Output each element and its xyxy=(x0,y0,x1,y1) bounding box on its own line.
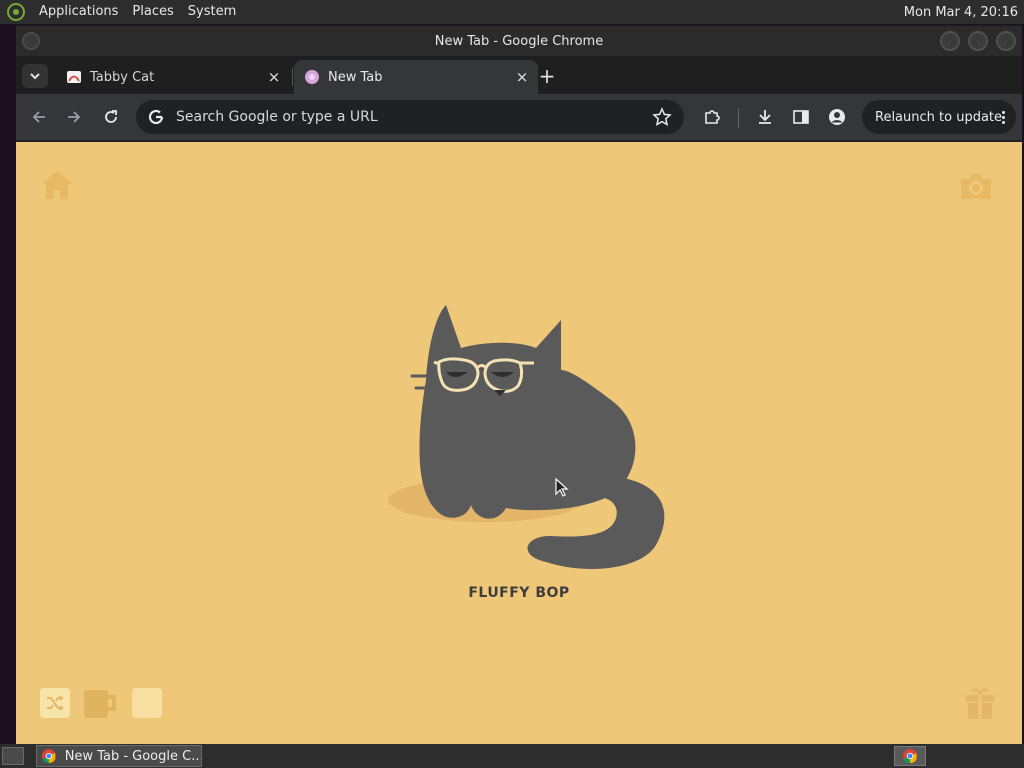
desktop-background xyxy=(0,24,16,744)
tab-title: Tabby Cat xyxy=(90,69,155,85)
new-tab-favicon-icon xyxy=(305,70,319,84)
omnibox-placeholder: Search Google or type a URL xyxy=(176,109,378,125)
extensions-button[interactable] xyxy=(701,106,723,128)
downloads-icon xyxy=(759,110,771,124)
omnibox[interactable]: Search Google or type a URL xyxy=(136,100,684,134)
shuffle-icon xyxy=(47,695,64,711)
tabby-cat-favicon-icon xyxy=(67,71,81,83)
window-menu-button[interactable] xyxy=(22,32,40,50)
chrome-icon xyxy=(41,749,56,763)
maximize-button[interactable] xyxy=(968,31,988,51)
close-window-button[interactable] xyxy=(996,31,1016,51)
show-desktop-button[interactable] xyxy=(2,747,24,765)
panel-clock[interactable]: Mon Mar 4, 20:16 xyxy=(904,5,1024,20)
browser-toolbar: Search Google or type a URL Relaunch to … xyxy=(16,94,1022,140)
window-controls xyxy=(940,31,1016,51)
forward-button[interactable] xyxy=(61,104,87,130)
more-menu-icon[interactable] xyxy=(1002,110,1006,124)
collection-button[interactable] xyxy=(132,688,162,718)
tab-tabby-cat[interactable]: Tabby Cat × xyxy=(56,60,290,94)
gift-icon[interactable] xyxy=(964,686,996,720)
profile-icon xyxy=(829,109,845,125)
menu-places[interactable]: Places xyxy=(125,0,180,24)
tab-separator xyxy=(292,68,293,86)
reload-button[interactable] xyxy=(98,104,124,130)
mouse-cursor-icon xyxy=(555,478,569,497)
bookmark-star-icon[interactable] xyxy=(652,107,672,127)
search-tabs-icon xyxy=(30,73,40,80)
taskbar-window-label: New Tab - Google C... xyxy=(64,748,201,764)
tab-search-button[interactable] xyxy=(22,64,48,88)
cat-illustration xyxy=(388,305,665,569)
home-icon[interactable] xyxy=(40,168,74,202)
relaunch-label: Relaunch to update xyxy=(875,109,1003,125)
tab-close-icon[interactable]: × xyxy=(512,67,532,87)
distro-logo-icon[interactable] xyxy=(6,2,26,22)
back-button[interactable] xyxy=(26,104,52,130)
taskbar-window-button[interactable]: New Tab - Google C... xyxy=(36,745,202,767)
side-panel-button[interactable] xyxy=(790,106,812,128)
profile-button[interactable] xyxy=(826,106,848,128)
back-arrow-icon xyxy=(32,111,45,123)
menu-system[interactable]: System xyxy=(181,0,243,24)
minimize-button[interactable] xyxy=(940,31,960,51)
google-g-icon xyxy=(148,109,164,125)
window-titlebar[interactable]: New Tab - Google Chrome xyxy=(16,26,1022,56)
toolbar-divider xyxy=(738,108,739,128)
window-title: New Tab - Google Chrome xyxy=(434,33,604,49)
new-tab-button[interactable]: + xyxy=(536,64,558,88)
chrome-icon xyxy=(903,749,917,764)
forward-arrow-icon xyxy=(68,111,81,123)
mug-icon[interactable] xyxy=(82,688,118,720)
taskbar: New Tab - Google C... xyxy=(0,744,1024,768)
camera-icon[interactable] xyxy=(958,170,994,202)
extensions-icon xyxy=(705,110,720,124)
panel-menu: Applications Places System xyxy=(0,0,243,24)
top-panel: Applications Places System Mon Mar 4, 20… xyxy=(0,0,1024,24)
side-panel-icon xyxy=(793,110,809,124)
menu-applications[interactable]: Applications xyxy=(32,0,125,24)
tab-strip: Tabby Cat × New Tab × + xyxy=(16,56,1022,94)
reload-icon xyxy=(105,110,117,123)
tray-chrome-button[interactable] xyxy=(894,746,926,766)
shuffle-button[interactable] xyxy=(40,688,70,718)
cat-name: FLUFFY BOP xyxy=(468,585,570,601)
tabby-cat-page: FLUFFY BOP xyxy=(16,142,1022,744)
chrome-window: New Tab - Google Chrome Tabby Cat × New … xyxy=(16,26,1022,744)
tab-close-icon[interactable]: × xyxy=(264,67,284,87)
tab-title: New Tab xyxy=(328,69,383,85)
tab-new-tab[interactable]: New Tab × xyxy=(294,60,538,94)
relaunch-to-update-button[interactable]: Relaunch to update xyxy=(862,100,1016,134)
downloads-button[interactable] xyxy=(754,106,776,128)
